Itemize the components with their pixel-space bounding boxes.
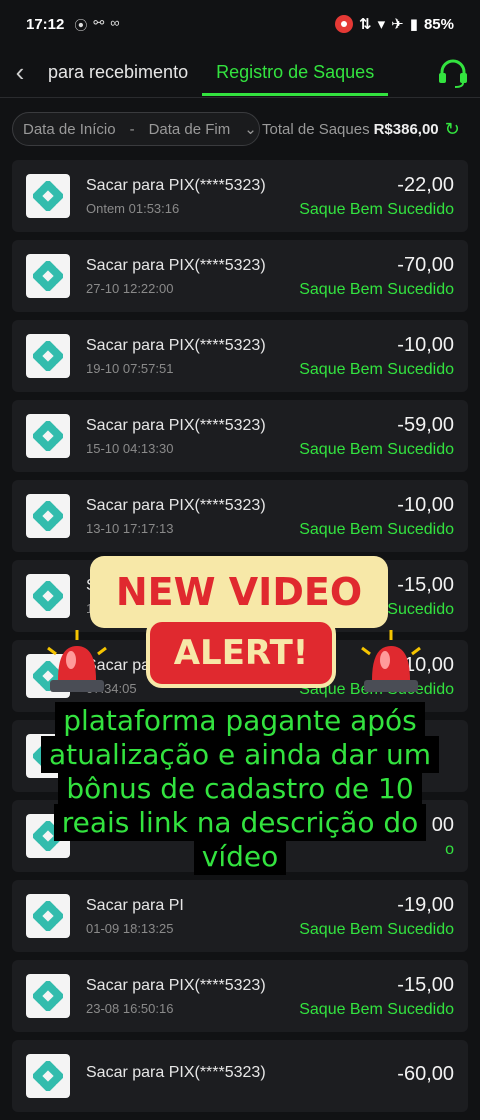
withdrawal-title: Sacar para PIX(****5323) xyxy=(86,336,266,354)
pix-logo-icon xyxy=(26,974,70,1018)
screen-record-icon: ⦿ xyxy=(74,17,88,33)
withdrawal-row[interactable]: Sacar para PIX(****5323) 27-10 12:22:00 -7… xyxy=(12,240,468,312)
status-icons-left: ⦿ ⚯ ∞ xyxy=(74,15,119,34)
refresh-icon[interactable]: ↻ xyxy=(445,119,460,140)
withdrawal-amount: -19,00 xyxy=(397,893,454,916)
withdrawal-status: Saque Bem Sucedido xyxy=(299,360,454,378)
pix-logo-icon xyxy=(26,1054,70,1098)
withdrawal-status: Saque Bem Sucedido xyxy=(299,200,454,218)
alert-banner: ALERT! xyxy=(146,618,336,688)
withdrawal-amount: -10,00 xyxy=(397,493,454,516)
date-range-picker[interactable]: Data de Início - Data de Fim ⌄ xyxy=(12,112,260,146)
withdrawal-row[interactable]: Sacar para PIX(****5323) 19-10 07:57:51 -1… xyxy=(12,320,468,392)
total-withdrawals-value: R$386,00 xyxy=(373,120,439,138)
siren-right-icon xyxy=(361,630,421,692)
withdrawal-title: Sacar para PIX(****5323) xyxy=(86,416,266,434)
withdrawal-status: Saque Bem Sucedido xyxy=(299,920,454,938)
pix-logo-icon xyxy=(26,254,70,298)
filter-bar: Data de Início - Data de Fim ⌄ Total de … xyxy=(12,112,468,146)
wifi-icon: ▾ xyxy=(377,16,386,33)
withdrawal-title: Sacar para PIX(****5323) xyxy=(86,976,266,994)
withdrawal-date: 19-10 07:57:51 xyxy=(86,360,174,376)
pix-logo-icon xyxy=(26,574,70,618)
status-bar: 17:12 ⦿ ⚯ ∞ ⇅ ▾ ✈ ▮ 85% xyxy=(0,0,480,48)
network-icon: ⚯ xyxy=(93,14,105,30)
pix-logo-icon xyxy=(26,414,70,458)
withdrawal-amount: -59,00 xyxy=(397,413,454,436)
withdrawal-date: Ontem 01:53:16 xyxy=(86,200,180,216)
battery-level: 85% xyxy=(423,15,454,33)
top-nav: ‹ para recebimento Registro de Saques xyxy=(0,48,480,98)
withdrawal-date: 27-10 12:22:00 xyxy=(86,280,174,296)
withdrawal-date: 01-09 18:13:25 xyxy=(86,920,174,936)
date-separator: - xyxy=(129,120,135,138)
withdrawal-row[interactable]: Sacar para PIX(****5323) Ontem 01:53:16 -2… xyxy=(12,160,468,232)
withdrawal-amount: -15,00 xyxy=(397,973,454,996)
pix-logo-icon xyxy=(26,334,70,378)
withdrawal-row[interactable]: Sacar para PIX(****5323) 23-08 16:50:16 -1… xyxy=(12,960,468,1032)
withdrawal-status: Saque Bem Sucedido xyxy=(299,280,454,298)
withdrawal-title: Sacar para PIX(****5323) xyxy=(86,496,266,514)
status-icons-right: ⇅ ▾ ✈ ▮ 85% xyxy=(335,15,454,33)
withdrawal-title: Sacar para PI xyxy=(86,896,184,914)
chevron-down-icon: ⌄ xyxy=(244,121,257,138)
withdrawal-row[interactable]: Sacar para PIX(****5323) -60,00 xyxy=(12,1040,468,1112)
airplane-icon: ✈ xyxy=(391,16,404,33)
withdrawal-amount: -10,00 xyxy=(397,333,454,356)
new-video-text: NEW VIDEO xyxy=(115,570,363,614)
withdrawal-title: Sacar para PIX(****5323) xyxy=(86,1064,266,1081)
caption-text: plataforma pagante após atualização e ai… xyxy=(40,702,440,875)
pix-logo-icon xyxy=(26,494,70,538)
withdrawal-title: Sacar para PIX(****5323) xyxy=(86,176,266,194)
video-caption: plataforma pagante após atualização e ai… xyxy=(30,702,450,875)
total-withdrawals-label: Total de Saques xyxy=(262,120,370,138)
withdrawal-row[interactable]: Sacar para PI 01-09 18:13:25 -19,00 Saque B… xyxy=(12,880,468,952)
recording-icon xyxy=(335,15,354,33)
start-date-field[interactable]: Data de Início xyxy=(23,121,116,138)
withdrawal-date: 13-10 17:17:13 xyxy=(86,520,174,536)
headset-support-icon[interactable] xyxy=(436,56,470,90)
tab-receipt[interactable]: para recebimento xyxy=(34,50,202,95)
withdrawal-date: 23-08 16:50:16 xyxy=(86,1000,174,1016)
withdrawal-row[interactable]: Sacar para PIX(****5323) 13-10 17:17:13 -1… xyxy=(12,480,468,552)
siren-left-icon xyxy=(47,630,107,692)
tab-withdrawal-history[interactable]: Registro de Saques xyxy=(202,50,389,96)
withdrawal-row[interactable]: Sacar para PIX(****5323) 15-10 04:13:30 -5… xyxy=(12,400,468,472)
withdrawal-status: Saque Bem Sucedido xyxy=(299,440,454,458)
data-arrows-icon: ⇅ xyxy=(359,16,372,33)
battery-icon: ▮ xyxy=(409,16,418,33)
pix-logo-icon xyxy=(26,894,70,938)
withdrawal-amount: -70,00 xyxy=(397,253,454,276)
withdrawal-title: Sacar para PIX(****5323) xyxy=(86,256,266,274)
withdrawal-status: Saque Bem Sucedido xyxy=(299,520,454,538)
end-date-field[interactable]: Data de Fim xyxy=(149,121,231,138)
voicemail-icon: ∞ xyxy=(110,14,120,30)
status-time: 17:12 xyxy=(26,15,65,33)
pix-logo-icon xyxy=(26,174,70,218)
withdrawal-amount: -22,00 xyxy=(397,173,454,196)
withdrawal-date: 15-10 04:13:30 xyxy=(86,440,174,456)
alert-text: ALERT! xyxy=(173,633,309,673)
withdrawal-status: Saque Bem Sucedido xyxy=(299,1000,454,1018)
